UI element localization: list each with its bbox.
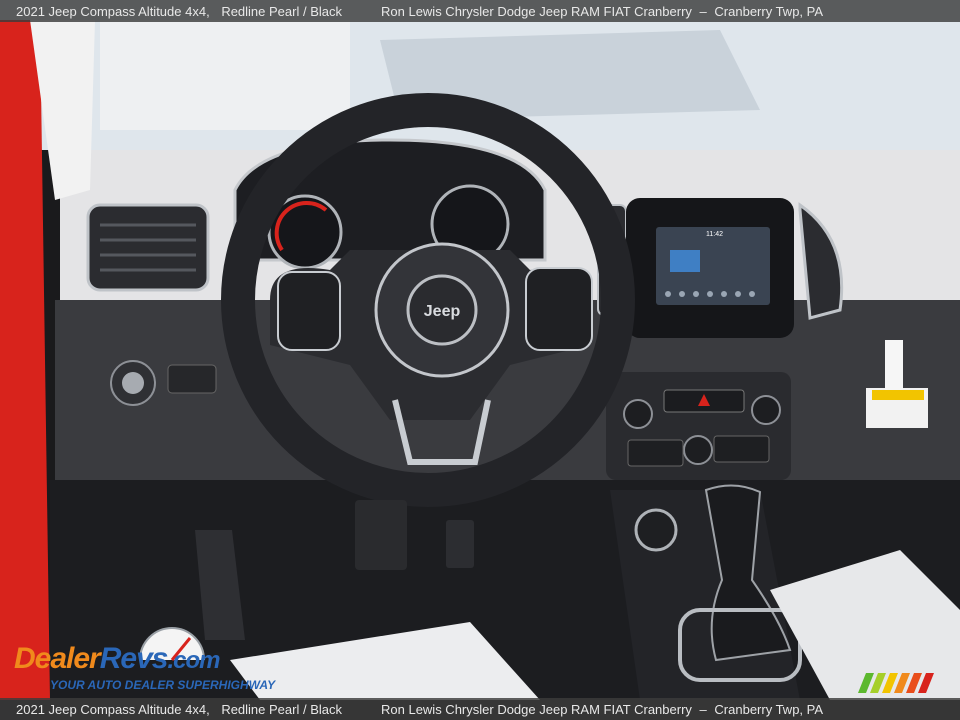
screen-clock: 11:42 xyxy=(706,231,723,238)
climate-knob-left xyxy=(623,399,653,429)
left-spoke-buttons xyxy=(277,271,341,351)
logo-dealer: Dealer xyxy=(14,642,101,675)
right-spoke-buttons xyxy=(525,267,593,351)
interior-photo: 11:42 Jeep xyxy=(0,0,960,720)
dealerrevs-watermark: DealerRevs.com YOUR AUTO DEALER SUPERHIG… xyxy=(14,622,275,694)
brand-stripes-icon xyxy=(858,673,934,693)
left-air-vent xyxy=(86,203,210,292)
terrain-select-knob xyxy=(634,508,678,552)
caption-location-bottom: Cranberry Twp, PA xyxy=(714,701,824,717)
volume-knob xyxy=(683,435,713,465)
jeep-badge-text: Jeep xyxy=(424,303,461,320)
caption-bar-top: 2021 Jeep Compass Altitude 4x4, Redline … xyxy=(0,0,960,22)
logo-tld: .com xyxy=(167,647,220,674)
accelerator-pedal xyxy=(446,520,474,568)
logo-revs: Revs xyxy=(99,642,169,675)
caption-color-bottom: Redline Pearl / Black xyxy=(221,701,342,717)
logo-tagline: YOUR AUTO DEALER SUPERHIGHWAY xyxy=(50,678,276,692)
caption-bar-bottom: 2021 Jeep Compass Altitude 4x4, Redline … xyxy=(0,698,960,720)
caption-dash: – xyxy=(699,3,707,19)
brake-pedal xyxy=(355,500,407,570)
caption-dash-bottom: – xyxy=(699,701,707,717)
building-outside xyxy=(100,20,350,130)
caption-vehicle-bottom: 2021 Jeep Compass Altitude 4x4, xyxy=(16,701,210,717)
climate-knob-right xyxy=(751,395,781,425)
caption-dealer-bottom: Ron Lewis Chrysler Dodge Jeep RAM FIAT C… xyxy=(381,701,692,717)
caption-color: Redline Pearl / Black xyxy=(221,3,342,19)
caption-vehicle: 2021 Jeep Compass Altitude 4x4, xyxy=(16,3,210,19)
switch-cluster xyxy=(167,364,217,394)
caption-location: Cranberry Twp, PA xyxy=(714,3,824,19)
caption-dealer: Ron Lewis Chrysler Dodge Jeep RAM FIAT C… xyxy=(381,3,692,19)
